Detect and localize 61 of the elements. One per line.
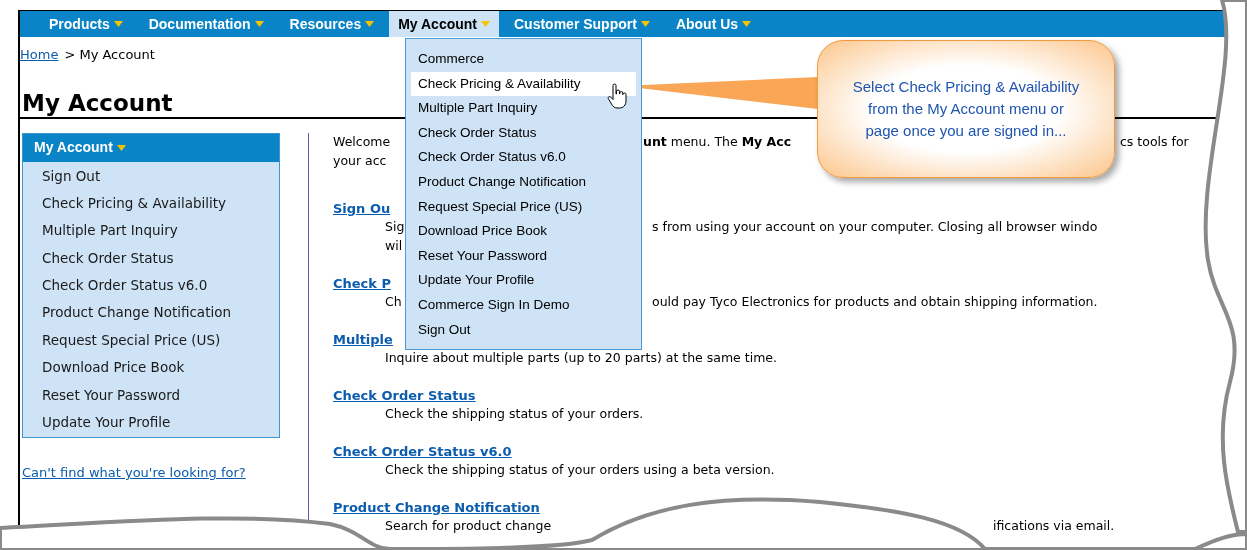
section-link[interactable]: Check Order Status v6.0 — [333, 441, 512, 461]
body-text: ifications via email. — [993, 516, 1115, 535]
dropdown-item[interactable]: Check Order Status v6.0 — [411, 145, 636, 170]
help-link[interactable]: Can't find what you're looking for? — [22, 464, 262, 482]
body-text: Search for product change — [385, 516, 552, 535]
body-text: unt menu. The My Acc — [643, 132, 792, 151]
sidebar-item[interactable]: Check Order Status v6.0 — [23, 272, 279, 300]
caret-icon — [116, 144, 126, 151]
dropdown-item[interactable]: Multiple Part Inquiry — [411, 96, 636, 121]
page-title: My Account — [22, 88, 173, 117]
body-text: ould pay Tyco Electronics for products and obtain shipping information. — [652, 292, 1098, 311]
sidebar-item[interactable]: Reset Your Password — [23, 381, 279, 409]
caret-icon — [254, 21, 264, 27]
body-text: s from using your account on your computer. Closing all browser windo — [652, 217, 1098, 236]
body-text: Welcome — [333, 132, 391, 151]
body-text: Check the shipping status of your orders using a beta version. — [385, 460, 775, 479]
caret-icon — [640, 21, 650, 27]
dropdown-item[interactable]: Download Price Book — [411, 219, 636, 244]
section-link[interactable]: Check Order Status — [333, 385, 476, 405]
nav-menu[interactable]: Products — [40, 11, 132, 37]
body-text: Sig — [385, 217, 405, 236]
caret-icon — [113, 21, 123, 27]
section-link[interactable]: Product Change Notification — [333, 497, 540, 517]
body-text: Inquire about multiple parts (up to 20 parts) at the same time. — [385, 348, 777, 367]
body-text: Check the shipping status of your orders. — [385, 404, 644, 423]
sidebar-item[interactable]: Sign Out — [23, 162, 279, 190]
caret-icon — [365, 21, 375, 27]
section-link[interactable]: Check P — [333, 273, 392, 293]
caret-icon — [742, 21, 752, 27]
nav-menu[interactable]: Customer Support — [505, 11, 659, 37]
dropdown-item[interactable]: Commerce — [411, 47, 636, 72]
breadcrumb-current: > My Account — [64, 46, 155, 64]
section-link[interactable]: Sign Ou — [333, 198, 391, 218]
nav-menu[interactable]: About Us — [666, 11, 761, 37]
sidebar-item[interactable]: Check Pricing & Availability — [23, 189, 279, 218]
dropdown-item[interactable]: Sign Out — [411, 317, 636, 343]
dropdown-item[interactable]: Check Pricing & Availability — [411, 71, 636, 97]
body-text: Ch — [385, 292, 402, 311]
body-text: cs tools for — [1120, 132, 1189, 151]
caret-icon — [481, 21, 490, 27]
nav-menu[interactable]: Documentation — [139, 11, 273, 37]
sidebar-item[interactable]: Download Price Book — [23, 354, 279, 382]
dropdown-item[interactable]: Reset Your Password — [411, 243, 636, 269]
dropdown-item[interactable]: Request Special Price (US) — [411, 194, 636, 220]
body-text: your acc — [333, 151, 387, 170]
callout-text: Select Check Pricing & Availability from the My Account menu or page once you are signed in... — [852, 77, 1080, 141]
dropdown-item[interactable]: Product Change Notification — [411, 169, 636, 195]
dropdown-item[interactable]: Check Order Status — [411, 120, 636, 146]
dropdown-item[interactable]: Update Your Profile — [411, 268, 636, 293]
nav-menu[interactable]: Resources — [280, 11, 384, 37]
sidebar-item[interactable]: Update Your Profile — [23, 409, 279, 437]
home-link[interactable]: Home — [20, 45, 59, 65]
section-link[interactable]: Multiple — [333, 329, 393, 349]
dropdown-item[interactable]: Commerce Sign In Demo — [411, 292, 636, 318]
sidebar-item[interactable]: Request Special Price (US) — [23, 326, 279, 355]
sidebar-item[interactable]: Multiple Part Inquiry — [23, 217, 279, 245]
nav-menu[interactable]: My Account — [389, 11, 499, 37]
sidebar-item[interactable]: Check Order Status — [23, 244, 279, 273]
body-text: wil — [385, 236, 403, 255]
hand-pointer-icon — [607, 83, 627, 109]
sidebar-item[interactable]: Product Change Notification — [23, 299, 279, 327]
